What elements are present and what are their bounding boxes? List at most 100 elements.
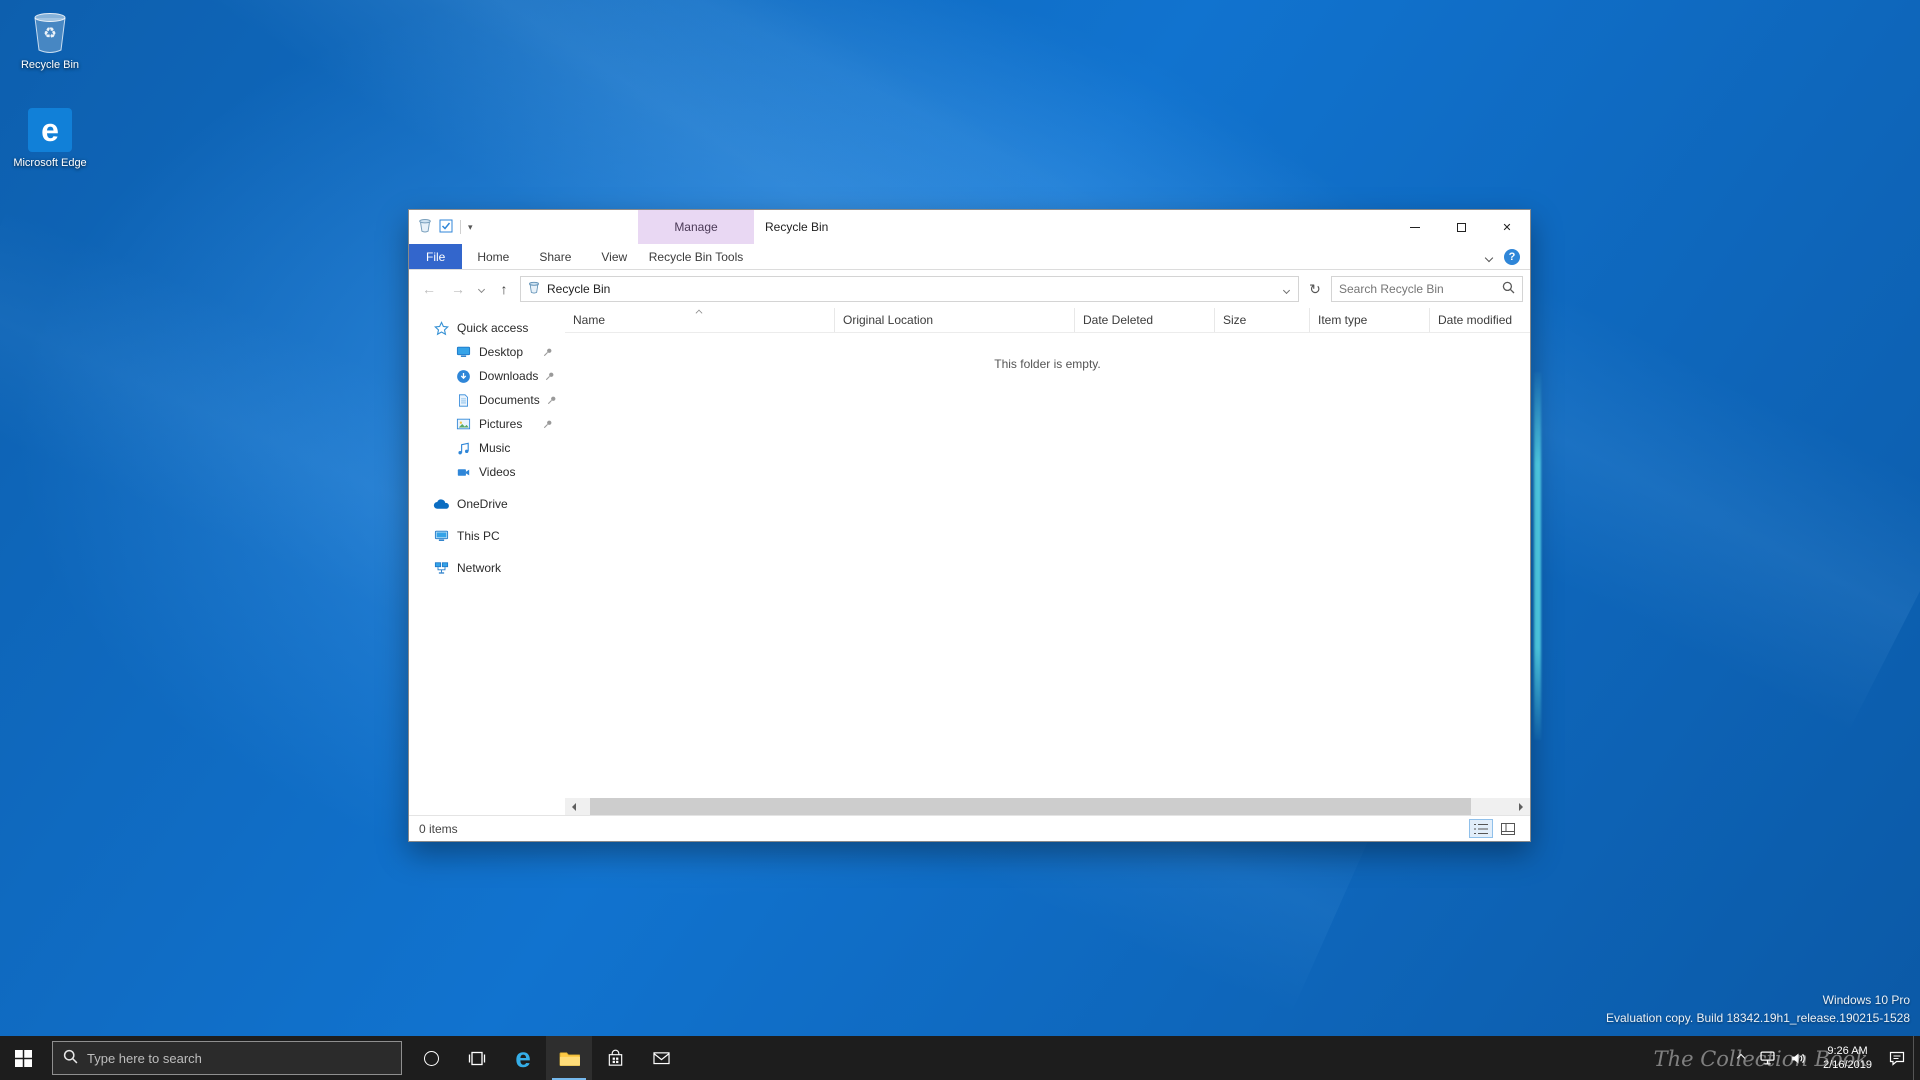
navigation-pane: Quick access Desktop Downloads Documents… bbox=[409, 308, 565, 815]
forward-button[interactable]: → bbox=[445, 276, 471, 302]
triangle-right-icon bbox=[1519, 802, 1527, 811]
scrollbar-track[interactable] bbox=[582, 798, 1513, 815]
address-dropdown-button[interactable] bbox=[1282, 282, 1291, 296]
scroll-left-button[interactable] bbox=[565, 798, 582, 815]
thumbnails-view-button[interactable] bbox=[1496, 819, 1520, 838]
search-icon[interactable] bbox=[1502, 281, 1515, 297]
onedrive-cloud-icon bbox=[433, 496, 450, 512]
column-header-size[interactable]: Size bbox=[1215, 308, 1310, 332]
context-tab-group-manage: Manage bbox=[638, 210, 754, 244]
caption-buttons: ✕ bbox=[1392, 210, 1530, 244]
scroll-right-button[interactable] bbox=[1513, 798, 1530, 815]
column-header-label: Original Location bbox=[843, 313, 934, 327]
column-header-label: Date Deleted bbox=[1083, 313, 1154, 327]
file-explorer-icon bbox=[559, 1051, 580, 1066]
empty-folder-message: This folder is empty. bbox=[994, 357, 1101, 371]
tab-view[interactable]: View bbox=[586, 244, 642, 269]
sidebar-item-label: Network bbox=[457, 561, 502, 575]
start-button[interactable] bbox=[0, 1036, 46, 1080]
sidebar-item-pictures[interactable]: Pictures bbox=[409, 412, 565, 436]
chevron-down-icon bbox=[1282, 286, 1291, 295]
action-center-button[interactable] bbox=[1881, 1036, 1913, 1080]
sidebar-item-this-pc[interactable]: This PC bbox=[409, 524, 565, 548]
tab-file[interactable]: File bbox=[409, 244, 463, 269]
sidebar-item-label: Pictures bbox=[479, 417, 523, 431]
window-content: Quick access Desktop Downloads Documents… bbox=[409, 308, 1530, 815]
column-header-date-deleted[interactable]: Date Deleted bbox=[1075, 308, 1215, 332]
sidebar-item-label: Desktop bbox=[479, 345, 524, 359]
edge-icon: e bbox=[27, 106, 73, 154]
show-desktop-button[interactable] bbox=[1913, 1036, 1920, 1080]
taskbar-clock[interactable]: 9:26 AM 2/16/2019 bbox=[1814, 1036, 1881, 1080]
taskbar-store-button[interactable] bbox=[592, 1036, 638, 1080]
task-view-button[interactable] bbox=[454, 1036, 500, 1080]
file-list-area: Name Original Location Date Deleted Size… bbox=[565, 308, 1530, 815]
taskbar-search-input[interactable] bbox=[87, 1050, 391, 1066]
sidebar-item-onedrive[interactable]: OneDrive bbox=[409, 492, 565, 516]
taskbar-edge-button[interactable]: e bbox=[500, 1036, 546, 1080]
sidebar-item-videos[interactable]: Videos bbox=[409, 460, 565, 484]
minimize-button[interactable] bbox=[1392, 210, 1438, 244]
scrollbar-thumb[interactable] bbox=[590, 798, 1471, 815]
taskbar-search-box[interactable] bbox=[52, 1041, 402, 1075]
details-view-button[interactable] bbox=[1469, 819, 1493, 838]
titlebar[interactable]: ▾ Manage Recycle Bin ✕ bbox=[409, 210, 1530, 244]
tray-expand-button[interactable] bbox=[1730, 1036, 1752, 1080]
desktop-icon-recycle-bin[interactable]: ♻ Recycle Bin bbox=[10, 8, 90, 72]
column-header-date-modified[interactable]: Date modified bbox=[1430, 308, 1530, 332]
taskbar-mail-button[interactable] bbox=[638, 1036, 684, 1080]
back-button[interactable]: ← bbox=[416, 276, 442, 302]
tab-recycle-bin-tools[interactable]: Recycle Bin Tools bbox=[638, 244, 754, 269]
speaker-icon bbox=[1792, 1052, 1805, 1064]
sidebar-item-desktop[interactable]: Desktop bbox=[409, 340, 565, 364]
qat-properties-icon[interactable] bbox=[439, 219, 453, 236]
close-button[interactable]: ✕ bbox=[1484, 210, 1530, 244]
horizontal-scrollbar[interactable] bbox=[565, 798, 1530, 815]
refresh-button[interactable]: ↻ bbox=[1302, 276, 1328, 302]
watermark-line1: Windows 10 Pro bbox=[1822, 992, 1910, 1007]
qat-separator bbox=[460, 220, 461, 234]
column-header-original-location[interactable]: Original Location bbox=[835, 308, 1075, 332]
pin-icon bbox=[543, 419, 553, 429]
help-button[interactable]: ? bbox=[1504, 248, 1520, 265]
sidebar-item-label: OneDrive bbox=[457, 497, 508, 511]
recycle-symbol-icon: ♻ bbox=[43, 25, 57, 42]
sidebar-item-downloads[interactable]: Downloads bbox=[409, 364, 565, 388]
sidebar-item-quick-access[interactable]: Quick access bbox=[409, 316, 565, 340]
sidebar-item-network[interactable]: Network bbox=[409, 556, 565, 580]
clock-time: 9:26 AM bbox=[1827, 1044, 1868, 1057]
item-count: 0 items bbox=[419, 821, 458, 836]
up-button[interactable]: ↑ bbox=[491, 276, 517, 302]
recent-locations-button[interactable] bbox=[474, 276, 488, 302]
search-input[interactable] bbox=[1339, 282, 1497, 296]
network-status-icon bbox=[1760, 1051, 1775, 1065]
column-header-item-type[interactable]: Item type bbox=[1310, 308, 1430, 332]
address-bar[interactable]: Recycle Bin bbox=[520, 276, 1299, 302]
desktop-icon-microsoft-edge[interactable]: e Microsoft Edge bbox=[10, 106, 90, 170]
sidebar-item-documents[interactable]: Documents bbox=[409, 388, 565, 412]
tab-share[interactable]: Share bbox=[524, 244, 586, 269]
videos-icon bbox=[455, 464, 472, 480]
qat-customize-icon[interactable]: ▾ bbox=[468, 222, 473, 233]
windows-evaluation-watermark: Windows 10 Pro Evaluation copy. Build 18… bbox=[1606, 991, 1910, 1028]
window-title: Recycle Bin bbox=[765, 220, 829, 234]
sidebar-item-label: Downloads bbox=[479, 369, 539, 383]
taskbar-file-explorer-button[interactable] bbox=[546, 1036, 592, 1080]
tray-network-button[interactable] bbox=[1752, 1036, 1783, 1080]
expand-ribbon-button[interactable] bbox=[1484, 250, 1494, 264]
app-icon[interactable] bbox=[418, 218, 432, 236]
close-icon: ✕ bbox=[1502, 221, 1512, 234]
maximize-button[interactable] bbox=[1438, 210, 1484, 244]
sidebar-item-label: Quick access bbox=[457, 321, 529, 335]
desktop: ♻ Recycle Bin e Microsoft Edge ▾ Manage … bbox=[0, 0, 1920, 1080]
details-view-icon bbox=[1474, 823, 1488, 834]
titlebar-drag-area[interactable] bbox=[482, 210, 1392, 244]
column-header-name[interactable]: Name bbox=[565, 308, 835, 332]
windows-logo-icon bbox=[14, 1049, 32, 1067]
cortana-button[interactable] bbox=[408, 1036, 454, 1080]
sidebar-item-music[interactable]: Music bbox=[409, 436, 565, 460]
tab-home[interactable]: Home bbox=[462, 244, 524, 269]
desktop-folder-icon bbox=[455, 344, 472, 360]
sidebar-item-label: Music bbox=[479, 441, 511, 455]
tray-volume-button[interactable] bbox=[1783, 1036, 1814, 1080]
